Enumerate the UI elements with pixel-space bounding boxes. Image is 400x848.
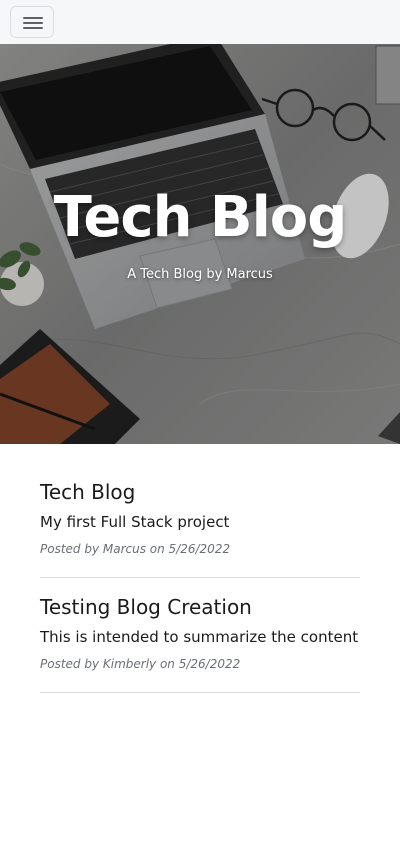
post-title[interactable]: Tech Blog xyxy=(40,480,135,504)
post-item[interactable]: Tech Blog My first Full Stack project Po… xyxy=(40,480,360,595)
post-list: Tech Blog My first Full Stack project Po… xyxy=(40,480,360,710)
hamburger-menu-icon xyxy=(23,17,43,19)
post-divider xyxy=(40,577,360,578)
post-summary: My first Full Stack project xyxy=(40,513,230,531)
hamburger-menu-icon-bar xyxy=(23,27,43,29)
post-divider xyxy=(40,692,360,693)
hero-banner: Tech Blog A Tech Blog by Marcus xyxy=(0,44,400,444)
hamburger-menu-icon-bar xyxy=(23,22,43,24)
post-item[interactable]: Testing Blog Creation This is intended t… xyxy=(40,595,360,710)
menu-toggle-button[interactable] xyxy=(10,6,54,38)
site-title: Tech Blog xyxy=(53,185,348,250)
post-summary: This is intended to summarize the conten… xyxy=(40,628,359,646)
post-meta: Posted by Kimberly on 5/26/2022 xyxy=(40,657,241,671)
post-meta: Posted by Marcus on 5/26/2022 xyxy=(40,542,231,556)
post-title[interactable]: Testing Blog Creation xyxy=(40,595,252,619)
site-subtitle: A Tech Blog by Marcus xyxy=(127,267,273,282)
navbar xyxy=(0,0,400,44)
